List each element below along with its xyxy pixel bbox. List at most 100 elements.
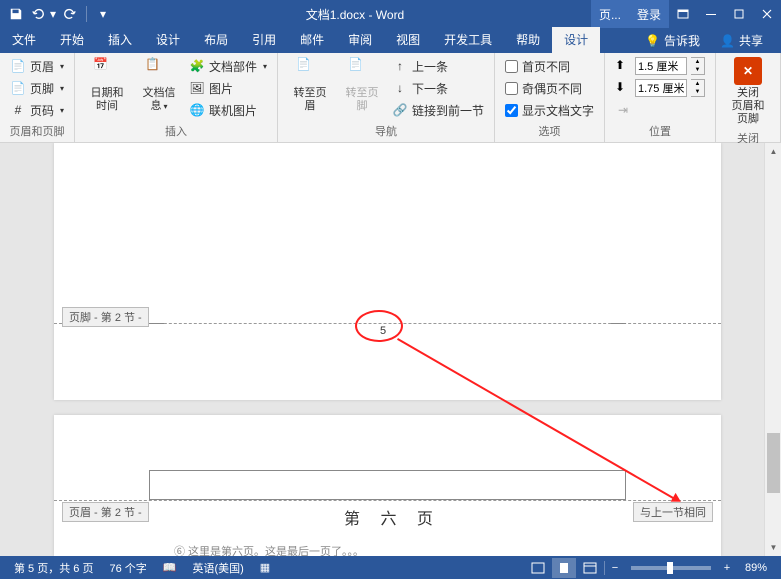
spin-up[interactable]: ▲ bbox=[691, 80, 704, 88]
vertical-scrollbar[interactable]: ▲ ▼ bbox=[764, 143, 781, 556]
tab-design[interactable]: 设计 bbox=[144, 27, 192, 53]
page-number-button[interactable]: #页码▾ bbox=[6, 99, 68, 121]
tab-developer[interactable]: 开发工具 bbox=[432, 27, 504, 53]
link-previous-button[interactable]: 🔗链接到前一节 bbox=[388, 99, 488, 121]
close-hf-icon: ✕ bbox=[734, 57, 762, 85]
tab-hf-design[interactable]: 设计 bbox=[552, 27, 600, 53]
status-lang[interactable]: 英语(美国) bbox=[184, 560, 251, 576]
scroll-down[interactable]: ▼ bbox=[765, 539, 781, 556]
group-navigation: 📄转至页眉 📄转至页脚 ↑上一条 ↓下一条 🔗链接到前一节 导航 bbox=[278, 53, 495, 142]
page-number-field[interactable]: 5 bbox=[380, 325, 386, 337]
share-button[interactable]: 👤 共享 bbox=[712, 28, 771, 53]
tab-home[interactable]: 开始 bbox=[48, 27, 96, 53]
status-words[interactable]: 76 个字 bbox=[101, 560, 154, 576]
diff-first-check[interactable]: 首页不同 bbox=[501, 55, 598, 77]
group-label: 选项 bbox=[501, 122, 598, 140]
close-hf-button[interactable]: ✕ 关闭页眉和页脚 bbox=[722, 55, 774, 129]
tab-insert[interactable]: 插入 bbox=[96, 27, 144, 53]
quick-parts-button[interactable]: 🧩文档部件▾ bbox=[185, 55, 271, 77]
next-button[interactable]: ↓下一条 bbox=[388, 77, 488, 99]
group-label: 导航 bbox=[284, 122, 488, 140]
ribbon-options-icon bbox=[677, 8, 689, 20]
doc-name: 文档1.docx bbox=[306, 8, 365, 22]
footer-bottom-spinner[interactable]: ⬇▲▼ bbox=[611, 77, 709, 99]
page-5: 页脚 - 第 2 节 - 5 bbox=[54, 143, 721, 400]
tab-review[interactable]: 审阅 bbox=[336, 27, 384, 53]
online-pictures-button[interactable]: 🌐联机图片 bbox=[185, 99, 271, 121]
save-button[interactable] bbox=[6, 4, 26, 24]
zoom-handle[interactable] bbox=[667, 562, 673, 574]
undo-icon bbox=[31, 7, 45, 21]
zoom-slider[interactable] bbox=[631, 566, 711, 570]
header-icon: 📄 bbox=[10, 58, 26, 74]
tab-file[interactable]: 文件 bbox=[0, 27, 48, 53]
next-icon: ↓ bbox=[392, 80, 408, 96]
close-icon bbox=[761, 8, 773, 20]
ribbon: 📄页眉▾ 📄页脚▾ #页码▾ 页眉和页脚 📅日期和时间 📋文档信息▾ 🧩文档部件… bbox=[0, 53, 781, 143]
group-insert: 📅日期和时间 📋文档信息▾ 🧩文档部件▾ 🖼图片 🌐联机图片 插入 bbox=[75, 53, 278, 142]
scroll-thumb[interactable] bbox=[767, 433, 780, 493]
minimize-button[interactable] bbox=[697, 0, 725, 28]
footer-bottom-input[interactable] bbox=[635, 79, 687, 97]
tab-icon: ⇥ bbox=[615, 102, 631, 118]
link-icon: 🔗 bbox=[392, 102, 408, 118]
ribbon-tab-indicator[interactable]: 页... bbox=[591, 0, 629, 28]
goto-header-button[interactable]: 📄转至页眉 bbox=[284, 55, 336, 115]
tab-mailings[interactable]: 邮件 bbox=[288, 27, 336, 53]
pictures-button[interactable]: 🖼图片 bbox=[185, 77, 271, 99]
doc-info-button[interactable]: 📋文档信息▾ bbox=[133, 55, 185, 115]
zoom-percent[interactable]: 89% bbox=[737, 562, 775, 574]
insert-align-tab: ⇥ bbox=[611, 99, 709, 121]
quick-access-toolbar: ▾ ▾ bbox=[0, 4, 119, 24]
spin-down[interactable]: ▼ bbox=[691, 66, 704, 74]
online-picture-icon: 🌐 bbox=[189, 102, 205, 118]
spin-up[interactable]: ▲ bbox=[691, 58, 704, 66]
previous-button[interactable]: ↑上一条 bbox=[388, 55, 488, 77]
show-doc-text-check[interactable]: 显示文档文字 bbox=[501, 99, 598, 121]
footer-button[interactable]: 📄页脚▾ bbox=[6, 77, 68, 99]
tab-layout[interactable]: 布局 bbox=[192, 27, 240, 53]
group-close: ✕ 关闭页眉和页脚 关闭 bbox=[716, 53, 781, 142]
ribbon-display-options[interactable] bbox=[669, 0, 697, 28]
window-title: 文档1.docx - Word bbox=[119, 6, 591, 23]
app-name: Word bbox=[376, 8, 404, 22]
qat-customize[interactable]: ▾ bbox=[93, 4, 113, 24]
diff-odd-even-check[interactable]: 奇偶页不同 bbox=[501, 77, 598, 99]
view-print[interactable] bbox=[552, 558, 576, 578]
header-button[interactable]: 📄页眉▾ bbox=[6, 55, 68, 77]
status-page[interactable]: 第 5 页，共 6 页 bbox=[6, 560, 101, 576]
maximize-button[interactable] bbox=[725, 0, 753, 28]
undo-button[interactable] bbox=[28, 4, 48, 24]
scroll-up[interactable]: ▲ bbox=[765, 143, 781, 160]
view-read[interactable] bbox=[526, 558, 550, 578]
footer-icon: 📄 bbox=[10, 80, 26, 96]
close-button[interactable] bbox=[753, 0, 781, 28]
header-top-spinner[interactable]: ⬆▲▼ bbox=[611, 55, 709, 77]
status-macro[interactable]: ▦ bbox=[252, 561, 278, 574]
minimize-icon bbox=[705, 8, 717, 20]
maximize-icon bbox=[733, 8, 745, 20]
undo-dropdown[interactable]: ▾ bbox=[50, 7, 58, 21]
goto-footer-icon: 📄 bbox=[348, 57, 376, 85]
zoom-out[interactable]: − bbox=[607, 562, 623, 574]
tab-help[interactable]: 帮助 bbox=[504, 27, 552, 53]
redo-icon bbox=[63, 7, 77, 21]
ribbon-tabs: 文件 开始 插入 设计 布局 引用 邮件 审阅 视图 开发工具 帮助 设计 💡 … bbox=[0, 28, 781, 53]
goto-header-icon: 📄 bbox=[296, 57, 324, 85]
status-proofing[interactable]: 📖 bbox=[155, 561, 185, 574]
prev-icon: ↑ bbox=[392, 58, 408, 74]
read-icon bbox=[531, 562, 545, 574]
header-top-input[interactable] bbox=[635, 57, 687, 75]
redo-button[interactable] bbox=[60, 4, 80, 24]
document-area[interactable]: 页脚 - 第 2 节 - 5 页眉 - 第 2 节 - 与上一节相同 第 六 页… bbox=[0, 143, 781, 556]
tab-references[interactable]: 引用 bbox=[240, 27, 288, 53]
lightbulb-icon: 💡 bbox=[645, 34, 660, 48]
login-button[interactable]: 登录 bbox=[629, 0, 669, 28]
tab-view[interactable]: 视图 bbox=[384, 27, 432, 53]
spin-down[interactable]: ▼ bbox=[691, 88, 704, 96]
picture-icon: 🖼 bbox=[189, 80, 205, 96]
tell-me[interactable]: 💡 告诉我 bbox=[637, 28, 708, 53]
view-web[interactable] bbox=[578, 558, 602, 578]
zoom-in[interactable]: + bbox=[719, 562, 735, 574]
date-time-button[interactable]: 📅日期和时间 bbox=[81, 55, 133, 115]
